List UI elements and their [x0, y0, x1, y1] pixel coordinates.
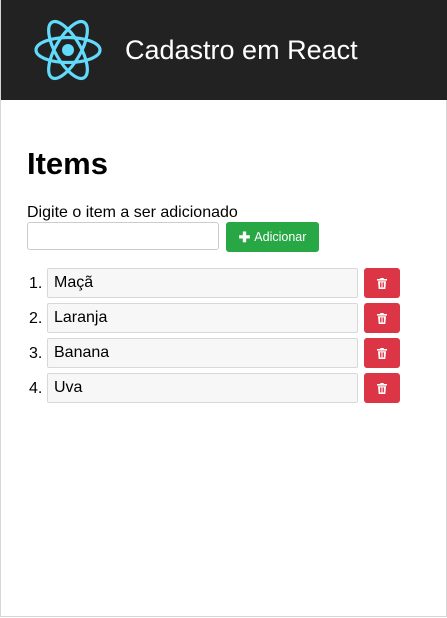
- list-item: 1.: [27, 268, 422, 303]
- item-field[interactable]: [47, 303, 358, 333]
- item-list: 1. 2.: [27, 268, 422, 408]
- trash-icon: [377, 347, 387, 359]
- item-field[interactable]: [47, 268, 358, 298]
- react-atom-icon: [34, 19, 102, 81]
- item-field[interactable]: [47, 338, 358, 368]
- delete-button[interactable]: [364, 373, 400, 403]
- delete-button[interactable]: [364, 268, 400, 298]
- page-title: Items: [27, 146, 108, 181]
- item-number: 3.: [29, 345, 43, 362]
- trash-icon: [377, 382, 387, 394]
- app-frame: Cadastro em React Items Digite o item a …: [0, 0, 447, 617]
- item-input[interactable]: [27, 222, 219, 250]
- app-title: Cadastro em React: [125, 35, 358, 65]
- item-input-label: Digite o item a ser adicionado: [27, 204, 238, 221]
- list-item: 3.: [27, 338, 422, 373]
- delete-button[interactable]: [364, 338, 400, 368]
- plus-icon: ✚: [238, 229, 251, 245]
- trash-icon: [377, 277, 387, 289]
- trash-icon: [377, 312, 387, 324]
- item-number: 4.: [29, 380, 43, 397]
- list-item: 4.: [27, 373, 422, 408]
- delete-button[interactable]: [364, 303, 400, 333]
- item-number: 1.: [29, 275, 43, 292]
- add-button[interactable]: ✚ Adicionar: [226, 222, 319, 252]
- add-button-label: Adicionar: [254, 230, 307, 244]
- item-field[interactable]: [47, 373, 358, 403]
- app-header: Cadastro em React: [1, 0, 447, 100]
- item-number: 2.: [29, 310, 43, 327]
- list-item: 2.: [27, 303, 422, 338]
